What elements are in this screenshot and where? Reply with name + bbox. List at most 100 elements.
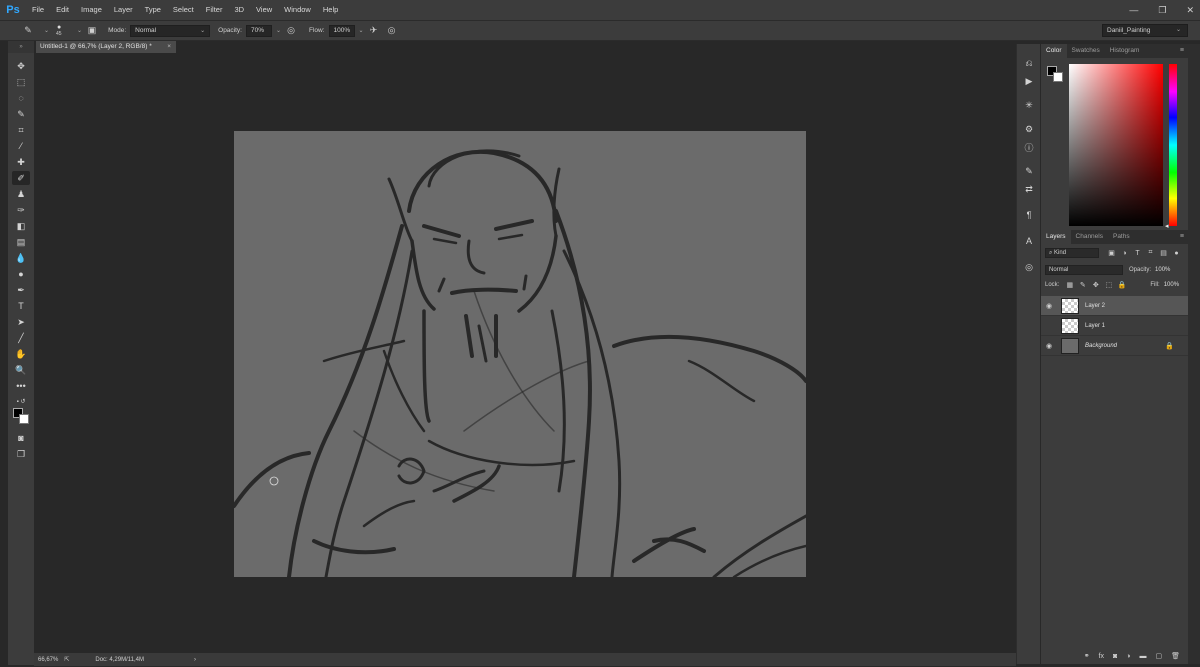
default-colors-icon[interactable]: ▪ ↺	[12, 394, 30, 408]
link-layers-icon[interactable]: ⚭	[1084, 652, 1090, 660]
filter-type-icon[interactable]: T	[1131, 250, 1144, 257]
lock-all-icon[interactable]: 🔒	[1115, 281, 1128, 289]
filter-toggle-icon[interactable]: ●	[1170, 250, 1183, 257]
menu-window[interactable]: Window	[278, 0, 317, 20]
tab-channels[interactable]: Channels	[1071, 230, 1108, 244]
layer-row-background[interactable]: ◉ Background 🔒	[1041, 336, 1188, 356]
menu-image[interactable]: Image	[75, 0, 108, 20]
new-group-icon[interactable]: ▬	[1139, 653, 1146, 660]
menu-edit[interactable]: Edit	[50, 0, 75, 20]
menu-view[interactable]: View	[250, 0, 278, 20]
crop-tool-icon[interactable]: ⌗	[12, 123, 30, 137]
color-panel-background-swatch[interactable]	[1053, 72, 1063, 82]
filter-pixel-icon[interactable]: ▣	[1105, 249, 1118, 257]
zoom-tool-icon[interactable]: 🔍	[12, 363, 30, 377]
hand-tool-icon[interactable]: ✋	[12, 347, 30, 361]
lock-pixels-icon[interactable]: ✎	[1076, 281, 1089, 289]
chevron-down-icon[interactable]: ⌄	[359, 27, 364, 34]
mode-select[interactable]: Normal ⌄	[130, 24, 211, 37]
blur-tool-icon[interactable]: 💧	[12, 251, 30, 265]
marquee-tool-icon[interactable]: ⬚	[12, 75, 30, 89]
history-panel-icon[interactable]: ⎌	[1022, 56, 1036, 70]
background-color-swatch[interactable]	[19, 414, 29, 424]
panel-grip-icon[interactable]: »	[8, 41, 34, 53]
pen-tool-icon[interactable]: ✒	[12, 283, 30, 297]
opacity-input[interactable]: 70%	[245, 24, 272, 37]
pressure-size-icon[interactable]: ◎	[386, 25, 398, 37]
line-tool-icon[interactable]: ╱	[12, 331, 30, 345]
character-panel-icon[interactable]: A	[1022, 234, 1036, 248]
minimize-button[interactable]: —	[1129, 5, 1138, 15]
status-menu-arrow[interactable]: ›	[194, 657, 196, 663]
color-picker-field[interactable]	[1069, 64, 1163, 226]
brush-tool-preset-icon[interactable]: ✎	[22, 25, 34, 37]
chevron-down-icon[interactable]: ⌄	[44, 27, 49, 34]
healing-brush-tool-icon[interactable]: ✚	[12, 155, 30, 169]
menu-type[interactable]: Type	[139, 0, 167, 20]
pressure-opacity-icon[interactable]: ◎	[285, 25, 297, 37]
menu-file[interactable]: File	[26, 0, 50, 20]
paragraph-panel-icon[interactable]: ¶	[1022, 208, 1036, 222]
new-layer-icon[interactable]: ▢	[1155, 652, 1162, 660]
panel-menu-icon[interactable]: ≡	[1180, 44, 1184, 58]
lock-position-icon[interactable]: ✥	[1089, 281, 1102, 289]
airbrush-icon[interactable]: ✈	[368, 25, 380, 37]
lasso-tool-icon[interactable]: ◌	[12, 91, 30, 105]
lock-transparent-icon[interactable]: ▦	[1063, 281, 1076, 289]
add-mask-icon[interactable]: ◙	[1113, 653, 1117, 660]
layer-row-layer-1[interactable]: Layer 1	[1041, 316, 1188, 336]
brush-panel-toggle-icon[interactable]: ▣	[86, 25, 98, 37]
tab-swatches[interactable]: Swatches	[1067, 44, 1105, 58]
hue-slider[interactable]	[1169, 64, 1177, 226]
actions-play-icon[interactable]: ▶	[1022, 74, 1036, 88]
filter-smart-object-icon[interactable]: ▤	[1157, 249, 1170, 257]
layer-style-icon[interactable]: fx	[1099, 653, 1104, 660]
document-canvas[interactable]	[234, 131, 806, 577]
info-panel-icon[interactable]: ⓘ	[1022, 140, 1036, 154]
quick-mask-icon[interactable]: ◙	[12, 431, 30, 445]
tab-color[interactable]: Color	[1041, 44, 1067, 58]
type-tool-icon[interactable]: T	[12, 299, 30, 313]
filter-shape-icon[interactable]: ⌗	[1144, 249, 1157, 257]
lock-artboard-icon[interactable]: ⬚	[1102, 281, 1115, 289]
screen-mode-icon[interactable]: ❐	[12, 447, 30, 461]
eraser-tool-icon[interactable]: ◧	[12, 219, 30, 233]
adjustment-layer-icon[interactable]: ◑	[1126, 653, 1130, 660]
blend-mode-select[interactable]: Normal	[1045, 265, 1123, 275]
adjustments-icon[interactable]: ⇄	[1022, 182, 1036, 196]
menu-select[interactable]: Select	[167, 0, 200, 20]
move-tool-icon[interactable]: ✥	[12, 59, 30, 73]
clone-stamp-tool-icon[interactable]: ♟	[12, 187, 30, 201]
layer-row-layer-2[interactable]: ◉ Layer 2	[1041, 296, 1188, 316]
menu-help[interactable]: Help	[317, 0, 344, 20]
menu-layer[interactable]: Layer	[108, 0, 139, 20]
tab-histogram[interactable]: Histogram	[1105, 44, 1145, 58]
libraries-panel-icon[interactable]: ◎	[1022, 260, 1036, 274]
restore-button[interactable]: ❐	[1158, 5, 1166, 16]
eye-icon[interactable]: ◉	[1041, 342, 1057, 350]
path-selection-tool-icon[interactable]: ➤	[12, 315, 30, 329]
panel-scrollbar[interactable]	[1188, 44, 1200, 664]
chevron-down-icon[interactable]: ⌄	[276, 27, 281, 34]
properties-panel-icon[interactable]: ⚙	[1022, 122, 1036, 136]
menu-3d[interactable]: 3D	[228, 0, 250, 20]
layer-opacity-value[interactable]: 100%	[1155, 267, 1170, 273]
gradient-tool-icon[interactable]: ▤	[12, 235, 30, 249]
hue-slider-marker-icon[interactable]: ◂	[1165, 222, 1169, 230]
close-icon[interactable]: ×	[167, 41, 171, 53]
zoom-level[interactable]: 66,67%	[38, 657, 58, 663]
document-tab[interactable]: Untitled-1 @ 66,7% (Layer 2, RGB/8) * ×	[36, 41, 176, 53]
export-icon[interactable]: ⇱	[64, 656, 69, 663]
filter-adjustment-icon[interactable]: ◑	[1118, 250, 1131, 257]
history-brush-tool-icon[interactable]: ✑	[12, 203, 30, 217]
eye-icon[interactable]: ◉	[1041, 302, 1057, 310]
panel-menu-icon[interactable]: ≡	[1180, 230, 1184, 244]
chevron-down-icon[interactable]: ⌄	[77, 27, 82, 34]
dodge-tool-icon[interactable]: ●	[12, 267, 30, 281]
eyedropper-tool-icon[interactable]: ⁄	[12, 139, 30, 153]
menu-filter[interactable]: Filter	[200, 0, 229, 20]
brush-settings-icon[interactable]: ✳	[1022, 98, 1036, 112]
tab-layers[interactable]: Layers	[1041, 230, 1071, 244]
layer-filter-kind-select[interactable]: ⌕ Kind	[1045, 248, 1099, 258]
delete-layer-icon[interactable]: 🗑	[1171, 652, 1180, 660]
